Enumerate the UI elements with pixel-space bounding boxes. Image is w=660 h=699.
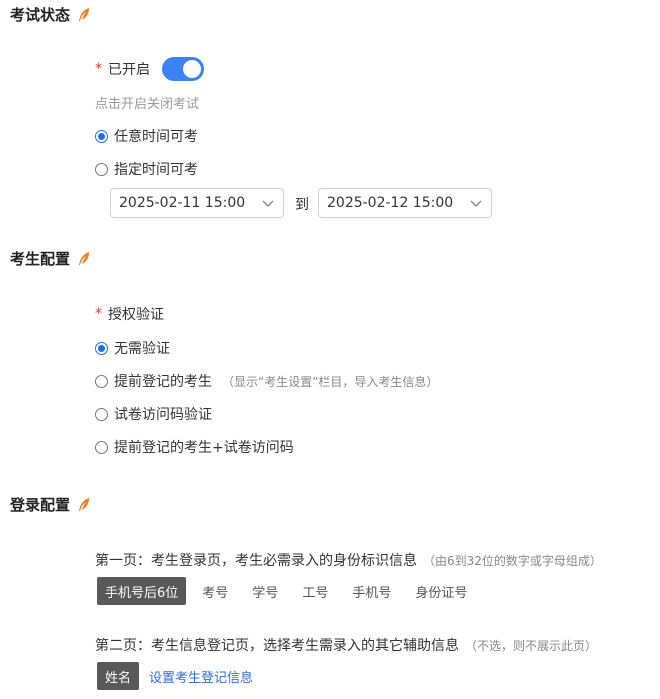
exam-status-title: 考试状态 [10, 4, 92, 25]
chevron-down-icon [470, 200, 482, 207]
chevron-down-icon [262, 200, 274, 207]
end-time-select[interactable]: 2025-02-12 15:00 [318, 188, 492, 218]
page1-tags: 手机号后6位 考号 学号 工号 手机号 身份证号 [97, 577, 475, 605]
radio-access-code[interactable]: 试卷访问码验证 [95, 404, 212, 424]
exam-hint: 点击开启关闭考试 [95, 97, 200, 112]
tag-student-number[interactable]: 学号 [244, 577, 286, 605]
page1-row: 第一页：考生登录页，考生必需录入的身份标识信息 （由6到32位的数字或字母组成） [95, 553, 602, 569]
feather-icon [79, 251, 90, 265]
page1-note: （由6到32位的数字或字母组成） [423, 553, 602, 568]
radio-indicator[interactable] [95, 374, 108, 388]
radio-no-auth[interactable]: 无需验证 [95, 338, 170, 358]
option-note: （显示“考生设置”栏目，导入考生信息） [222, 374, 439, 389]
page2-tags: 姓名 设置考生登记信息 [97, 662, 253, 690]
exam-enabled-row: * 已开启 [95, 57, 204, 81]
radio-indicator-checked[interactable] [95, 129, 108, 143]
page2-note: （不选，则不展示此页） [465, 638, 598, 653]
page2-row: 第二页：考生信息登记页，选择考生需录入的其它辅助信息 （不选，则不展示此页） [95, 638, 598, 654]
login-config-title: 登录配置 [10, 494, 92, 515]
enabled-label: 已开启 [108, 62, 150, 78]
to-label: 到 [295, 197, 309, 213]
exam-toggle[interactable] [162, 57, 204, 81]
feather-icon [79, 7, 90, 21]
tag-exam-number[interactable]: 考号 [194, 577, 236, 605]
radio-indicator[interactable] [95, 162, 108, 176]
candidate-config-title: 考生配置 [10, 248, 92, 269]
feather-icon [79, 497, 90, 511]
tag-name[interactable]: 姓名 [97, 662, 140, 690]
radio-pre-registered[interactable]: 提前登记的考生 （显示“考生设置”栏目，导入考生信息） [95, 371, 438, 391]
radio-any-time[interactable]: 任意时间可考 [95, 126, 198, 146]
tag-phone-last6[interactable]: 手机号后6位 [97, 577, 187, 605]
auth-label-row: * 授权验证 [95, 306, 164, 323]
set-registration-info-link[interactable]: 设置考生登记信息 [149, 667, 253, 686]
tag-id-number[interactable]: 身份证号 [407, 577, 475, 605]
radio-indicator-checked[interactable] [95, 341, 108, 355]
toggle-knob [183, 60, 201, 78]
radio-specified-time[interactable]: 指定时间可考 [95, 159, 198, 179]
tag-employee-number[interactable]: 工号 [294, 577, 336, 605]
radio-indicator[interactable] [95, 407, 108, 421]
required-mark: * [95, 61, 102, 77]
tag-phone[interactable]: 手机号 [344, 577, 399, 605]
start-time-select[interactable]: 2025-02-11 15:00 [110, 188, 284, 218]
radio-indicator[interactable] [95, 440, 108, 454]
radio-registered-and-code[interactable]: 提前登记的考生+试卷访问码 [95, 437, 294, 457]
required-mark: * [95, 306, 102, 322]
